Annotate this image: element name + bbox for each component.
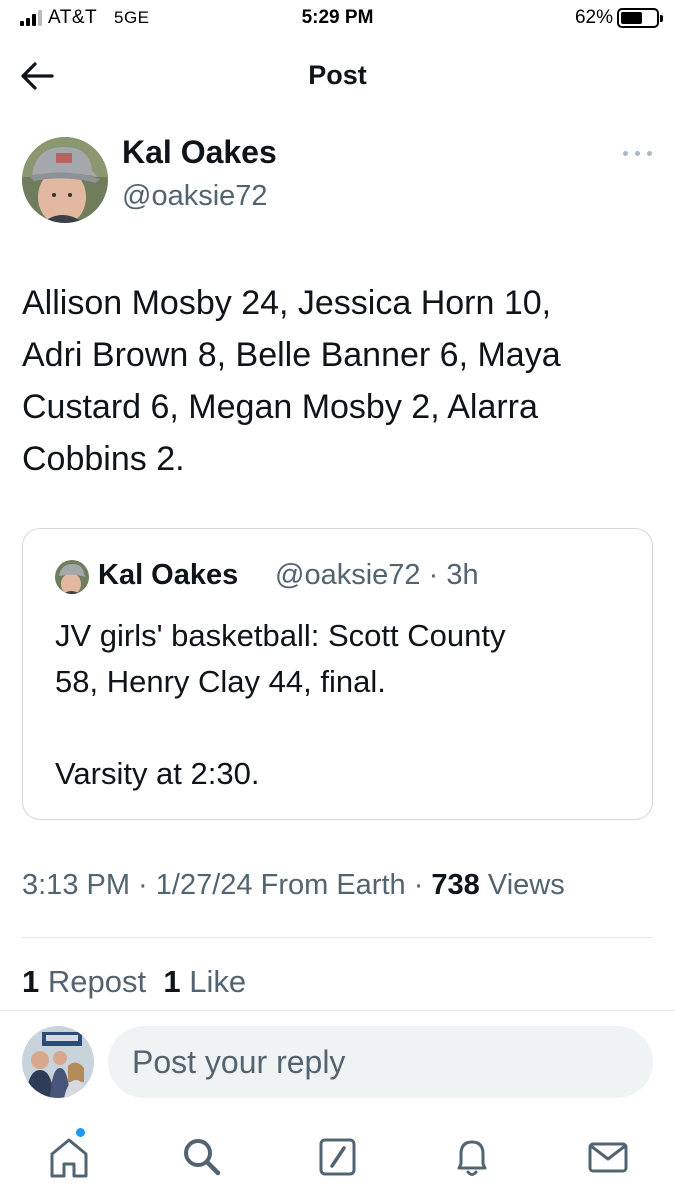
divider — [0, 1010, 675, 1011]
engagement-stats: 1 Repost 1 Like — [22, 964, 246, 1000]
status-bar: AT&T 5GE 5:29 PM 62% — [0, 0, 675, 40]
quote-age: 3h — [446, 559, 479, 591]
divider — [22, 937, 653, 938]
quote-author-meta: @oaksie72 · 3h — [275, 559, 479, 591]
more-options-button[interactable] — [618, 142, 658, 166]
quote-avatar — [55, 560, 89, 594]
home-icon — [50, 1138, 88, 1178]
views-label: Views — [487, 869, 565, 901]
reposts-count: 1 — [22, 964, 40, 999]
battery-percent: 62% — [574, 7, 613, 28]
tab-notifications[interactable] — [447, 1132, 497, 1182]
home-notification-dot — [76, 1128, 85, 1137]
tab-home[interactable] — [44, 1132, 94, 1182]
bottom-tab-bar — [0, 1110, 675, 1200]
reposts-link[interactable]: 1 Repost — [22, 964, 146, 999]
post-source: From Earth — [260, 869, 406, 901]
author-handle[interactable]: @oaksie72 — [122, 180, 268, 213]
post-text: Allison Mosby 24, Jessica Horn 10, Adri … — [22, 284, 561, 478]
battery-icon — [617, 8, 663, 28]
bell-icon — [457, 1140, 487, 1176]
reposts-label: Repost — [47, 964, 147, 999]
reply-input[interactable] — [108, 1026, 653, 1098]
author-avatar[interactable] — [22, 137, 108, 223]
tab-search[interactable] — [177, 1132, 227, 1182]
tab-messages[interactable] — [583, 1132, 633, 1182]
likes-count: 1 — [163, 964, 181, 999]
views-count: 738 — [431, 869, 480, 901]
header: Post — [0, 48, 675, 108]
quote-author-name: Kal Oakes — [98, 559, 239, 591]
post-date: 1/27/24 — [155, 869, 253, 901]
quote-author-handle: @oaksie72 — [275, 559, 421, 591]
quote-text: JV girls' basketball: Scott County 58, H… — [55, 618, 506, 791]
quoted-post[interactable]: Kal Oakes @oaksie72 · 3h JV girls' baske… — [22, 528, 653, 820]
post-time: 3:13 PM — [22, 869, 130, 901]
likes-link[interactable]: 1 Like — [163, 964, 246, 999]
user-avatar[interactable] — [22, 1026, 94, 1098]
status-time: 5:29 PM — [301, 7, 374, 28]
tab-compose[interactable] — [312, 1132, 362, 1182]
mail-icon — [588, 1142, 628, 1173]
likes-label: Like — [189, 964, 247, 999]
page-title: Post — [308, 60, 367, 90]
author-name[interactable]: Kal Oakes — [122, 134, 277, 171]
post-meta: 3:13 PM · 1/27/24 From Earth · 738 Views — [22, 869, 565, 901]
compose-icon — [319, 1138, 356, 1176]
search-icon — [184, 1139, 221, 1176]
